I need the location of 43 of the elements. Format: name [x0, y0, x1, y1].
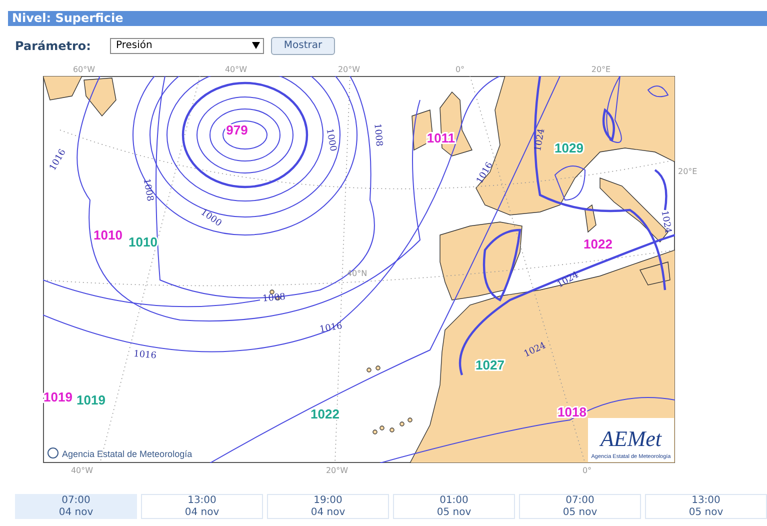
longitude-label: 20°E [678, 167, 698, 176]
longitude-label: 20°W [338, 65, 360, 74]
pressure-label: 1019 [76, 392, 106, 408]
time-step-tab[interactable]: 07:00 04 nov [15, 494, 137, 519]
pressure-label: 1010 [128, 234, 158, 250]
caret-icon [252, 42, 260, 49]
isobar-label: 1016 [318, 321, 344, 336]
latitude-label: 40°N [346, 269, 368, 278]
longitude-label: 20°W [326, 466, 348, 475]
isobar-label: 1008 [140, 178, 155, 202]
time-step-tab[interactable]: 19:00 04 nov [267, 494, 389, 519]
isobar-label: 1008 [262, 292, 286, 304]
section-title: Nivel: Superficie [8, 11, 767, 26]
time-step-tab[interactable]: 01:00 05 nov [393, 494, 515, 519]
show-button[interactable]: Mostrar [271, 36, 335, 54]
pressure-label: 1018 [558, 404, 586, 420]
longitude-label: 0° [455, 65, 465, 74]
isobar-label: 1024 [522, 340, 548, 360]
pressure-label: 1027 [476, 357, 504, 372]
pressure-label: 1029 [554, 140, 584, 156]
time-step-tab[interactable]: 13:00 05 nov [645, 494, 767, 519]
longitude-label: 40°W [70, 466, 94, 475]
pressure-label: 1022 [584, 236, 612, 252]
pressure-label: 1019 [44, 389, 72, 404]
isobar-label: 1000 [324, 128, 338, 152]
logo: AEMet [600, 426, 662, 451]
isobar-label: 1024 [533, 128, 548, 152]
longitude-label: 20°E [591, 65, 611, 74]
isobar-label: 1024 [658, 210, 673, 234]
pressure-label: 1010 [94, 227, 122, 242]
isobar-label: 1008 [372, 123, 384, 147]
longitude-label: 40°W [224, 65, 248, 74]
copyright-text: Agencia Estatal de Meteorología [62, 449, 192, 459]
parameter-dropdown[interactable]: Presión [110, 38, 264, 54]
time-step-tab[interactable]: 13:00 04 nov [141, 494, 263, 519]
isobar-label: 1016 [133, 349, 157, 362]
parameter-label: Parámetro: [15, 38, 92, 52]
pressure-label: 1022 [310, 406, 340, 422]
time-step-tab[interactable]: 07:00 05 nov [519, 494, 641, 519]
longitude-label: 0° [582, 466, 592, 475]
pressure-label: 979 [226, 122, 248, 138]
copyright-icon [48, 448, 58, 458]
longitude-label: 60°W [72, 65, 96, 74]
